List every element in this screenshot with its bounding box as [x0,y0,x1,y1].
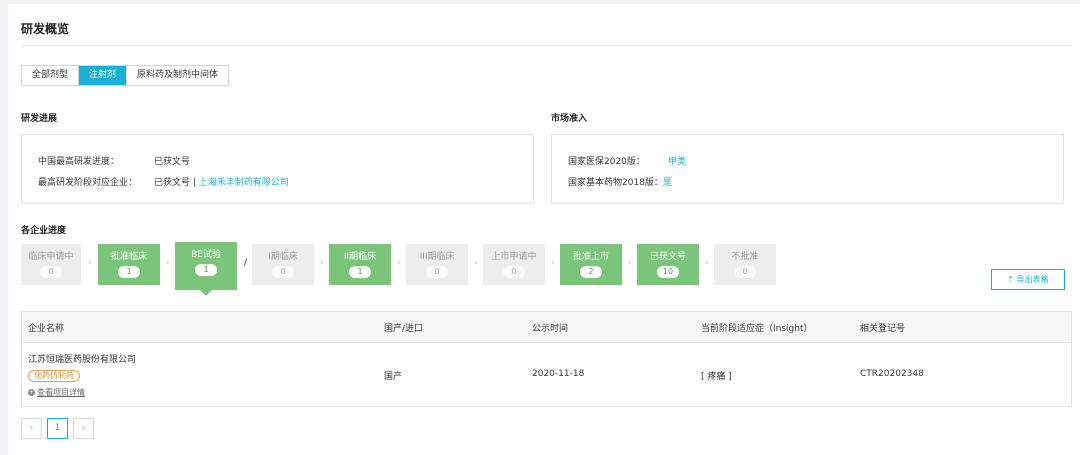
detail-label: 查看项目详情 [37,388,85,397]
stage-count: 0 [272,266,294,278]
market-row-insurance: 国家医保2020版： 甲类 [568,154,686,167]
stage-be-trial[interactable]: BE试验 1 [175,242,237,296]
chevron-right-icon: › [628,258,632,268]
rd-company-value: 已获文号 | [154,178,199,188]
chevron-right-icon: › [166,258,170,268]
stage-label: 批准临床 [110,252,147,262]
stage-count: 10 [656,266,680,278]
dosage-tabs: 全部剂型 注射剂 原料药及制剂中间体 [21,65,230,86]
rd-company-label: 最高研发阶段对应企业： [38,178,138,188]
chevron-right-icon: › [474,258,478,268]
rd-row-company: 最高研发阶段对应企业： 已获文号 | 上海禾丰制药有限公司 [38,175,289,188]
rd-progress-card: 中国最高研发进度： 已获文号 最高研发阶段对应企业： 已获文号 | 上海禾丰制药有限… [21,134,534,204]
rd-progress-heading: 研发进展 [21,114,58,124]
col-date: 公示时间 [532,324,569,334]
stage-phase-1[interactable]: I期临床 0 [252,244,314,285]
page-1-button[interactable]: 1 [47,418,68,439]
pagination: ‹ 1 › [21,418,94,439]
title-divider [21,45,1072,46]
stage-approval-number[interactable]: 已获文号 10 [637,244,699,285]
export-table-button[interactable]: ⇡ 导出表格 [991,269,1065,290]
insurance-label: 国家医保2020版： [568,157,645,167]
essential-value[interactable]: 是 [663,178,672,188]
col-indication: 当前阶段适应症（Insight） [701,324,813,334]
stage-label: 不批准 [731,252,759,262]
tab-all-dosage[interactable]: 全部剂型 [22,66,80,85]
essential-label: 国家基本药物2018版： [568,178,663,188]
company-table: 企业名称 国产/进口 公示时间 当前阶段适应症（Insight） 相关登记号 江… [21,311,1072,407]
stage-slash: / [244,258,248,268]
reg-no-link[interactable]: CTR20202348 [860,369,924,379]
stage-label: 临床申请中 [28,252,74,262]
upload-icon: ⇡ [1007,275,1015,284]
stage-count: 0 [426,266,448,278]
insurance-value[interactable]: 甲类 [668,157,686,167]
stage-marketing-application[interactable]: 上市申请中 0 [483,244,545,285]
rd-highest-label: 中国最高研发进度： [38,157,120,167]
stage-clinical-application[interactable]: 临床申请中 0 [21,244,81,285]
stage-label: II期临床 [343,252,377,262]
table-header: 企业名称 国产/进口 公示时间 当前阶段适应症（Insight） 相关登记号 [22,312,1071,343]
rd-row-highest: 中国最高研发进度： 已获文号 [38,154,190,167]
stage-count: 1 [195,264,217,276]
page-container: 研发概览 全部剂型 注射剂 原料药及制剂中间体 研发进展 中国最高研发进度： 已获… [8,4,1080,455]
stage-label: BE试验 [191,250,221,260]
chevron-right-icon: › [397,258,401,268]
stage-label: I期临床 [268,252,298,262]
page-title: 研发概览 [21,22,70,36]
col-company: 企业名称 [28,324,65,334]
rd-highest-value: 已获文号 [154,157,191,167]
chevron-right-icon: › [551,258,555,268]
market-row-essential: 国家基本药物2018版：是 [568,175,672,188]
stage-count: 1 [349,266,371,278]
drug-type-badge: 化药仿制药 [28,370,80,382]
col-reg-no: 相关登记号 [860,324,906,334]
plus-circle-icon: + [28,389,35,396]
tab-api-intermediate[interactable]: 原料药及制剂中间体 [127,66,229,85]
stage-rejected[interactable]: 不批准 0 [714,244,776,285]
indication-link[interactable]: [ 疼痛 ] [701,369,732,382]
stage-count: 0 [734,266,756,278]
prev-page-button[interactable]: ‹ [21,418,42,439]
stage-phase-2[interactable]: II期临床 1 [329,244,391,285]
origin-cell: 国产 [384,372,403,382]
market-access-card: 国家医保2020版： 甲类 国家基本药物2018版：是 [551,134,1064,204]
rd-company-link[interactable]: 上海禾丰制药有限公司 [199,178,289,188]
stage-label: III期临床 [419,252,455,262]
chevron-right-icon: › [88,258,92,268]
next-page-button[interactable]: › [73,418,94,439]
chevron-right-icon: › [705,258,709,268]
export-label: 导出表格 [1016,275,1049,284]
market-access-heading: 市场准入 [551,114,588,124]
stage-label: 已获文号 [649,252,686,262]
company-progress-heading: 各企业进度 [21,226,67,236]
stage-label: 上市申请中 [491,252,537,262]
tab-injection[interactable]: 注射剂 [79,66,128,85]
stage-phase-3[interactable]: III期临床 0 [406,244,468,285]
stage-label: 批准上市 [572,252,609,262]
view-detail-link[interactable]: + 查看项目详情 [28,387,85,398]
chevron-right-icon: › [320,258,324,268]
stage-clinical-approved[interactable]: 批准临床 1 [98,244,160,285]
stage-count: 0 [503,266,525,278]
col-origin: 国产/进口 [384,324,424,334]
date-cell: 2020-11-18 [532,369,585,379]
stage-count: 0 [40,266,62,278]
stage-marketing-approved[interactable]: 批准上市 2 [560,244,622,285]
company-name-link[interactable]: 江苏恒瑞医药股份有限公司 [28,352,136,365]
stage-count: 1 [118,266,140,278]
stage-count: 2 [580,266,602,278]
